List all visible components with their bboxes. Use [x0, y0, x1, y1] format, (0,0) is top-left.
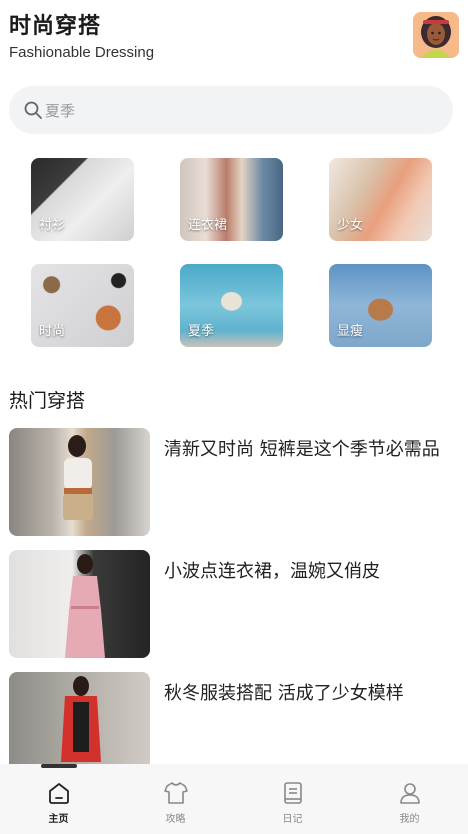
tab-label: 主页 — [48, 814, 69, 825]
notebook-icon — [283, 782, 302, 804]
user-icon — [399, 783, 420, 804]
tab-label: 日记 — [282, 814, 303, 825]
list-item[interactable]: 小波点连衣裙，温婉又俏皮 — [9, 550, 459, 658]
tab-home[interactable]: 主页 — [0, 764, 117, 834]
tab-diary[interactable]: 日记 — [234, 764, 351, 834]
section-title: 热门穿搭 — [9, 390, 86, 412]
search-bar[interactable]: 夏季 — [9, 86, 453, 134]
home-icon — [48, 783, 69, 804]
category-tile-fashion[interactable]: 时尚 — [31, 264, 134, 347]
tab-label: 我的 — [399, 814, 420, 825]
category-grid: 衬衫 连衣裙 少女 时尚 夏季 显瘦 — [31, 158, 433, 347]
category-tile-dress[interactable]: 连衣裙 — [180, 158, 283, 241]
article-title: 小波点连衣裙，温婉又俏皮 — [164, 561, 380, 582]
header: 时尚穿搭 Fashionable Dressing — [9, 8, 459, 68]
article-thumbnail — [9, 550, 150, 658]
page-subtitle: Fashionable Dressing — [9, 44, 155, 61]
category-label: 夏季 — [188, 324, 215, 339]
category-label: 时尚 — [39, 324, 66, 339]
tab-label: 攻略 — [165, 814, 186, 825]
search-icon — [24, 101, 42, 119]
active-tab-indicator — [40, 764, 77, 768]
article-list: 清新又时尚 短裤是这个季节必需品 小波点连衣裙，温婉又俏皮 秋冬服装搭配 活成了… — [9, 428, 459, 794]
category-label: 连衣裙 — [188, 218, 228, 233]
category-label: 少女 — [337, 218, 364, 233]
tab-guide[interactable]: 攻略 — [117, 764, 234, 834]
article-title: 清新又时尚 短裤是这个季节必需品 — [164, 439, 440, 460]
woman-avatar-icon[interactable] — [413, 12, 459, 58]
page-title: 时尚穿搭 — [9, 14, 102, 39]
category-label: 显瘦 — [337, 324, 364, 339]
category-label: 衬衫 — [39, 218, 66, 233]
search-input[interactable]: 夏季 — [45, 100, 75, 121]
tshirt-icon — [163, 782, 188, 804]
article-thumbnail — [9, 428, 150, 536]
tab-profile[interactable]: 我的 — [351, 764, 468, 834]
category-tile-girl[interactable]: 少女 — [329, 158, 432, 241]
category-tile-summer[interactable]: 夏季 — [180, 264, 283, 347]
list-item[interactable]: 清新又时尚 短裤是这个季节必需品 — [9, 428, 459, 536]
bottom-tab-bar: 主页 攻略 日记 我的 — [0, 764, 468, 834]
category-tile-shirt[interactable]: 衬衫 — [31, 158, 134, 241]
category-tile-slim[interactable]: 显瘦 — [329, 264, 432, 347]
